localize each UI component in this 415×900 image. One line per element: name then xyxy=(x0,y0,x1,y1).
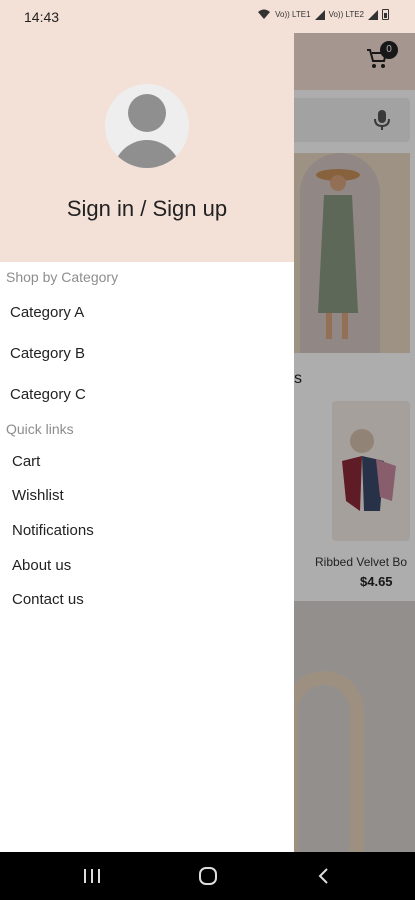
navigation-drawer: Sign in / Sign up Shop by Category Categ… xyxy=(0,33,294,852)
status-icons: Vo)) LTE1 Vo)) LTE2 xyxy=(257,9,389,20)
status-bar: 14:43 Vo)) LTE1 Vo)) LTE2 xyxy=(0,0,415,33)
shop-by-category-title: Shop by Category xyxy=(6,269,119,285)
signal-icon xyxy=(368,9,378,20)
sign-in-link[interactable]: Sign in / Sign up xyxy=(0,196,294,222)
quick-link-about-us[interactable]: About us xyxy=(12,557,71,574)
drawer-header: Sign in / Sign up xyxy=(0,33,294,262)
signal-icon xyxy=(314,9,325,20)
quick-link-notifications[interactable]: Notifications xyxy=(12,522,94,539)
system-nav-bar xyxy=(0,852,415,900)
wifi-icon xyxy=(258,9,271,19)
recents-icon[interactable] xyxy=(80,866,104,886)
battery-icon xyxy=(382,9,389,20)
avatar-body xyxy=(113,140,181,168)
signal-label-2: Vo)) LTE2 xyxy=(328,10,364,19)
quick-link-wishlist[interactable]: Wishlist xyxy=(12,487,64,504)
back-icon[interactable] xyxy=(312,866,336,886)
home-icon[interactable] xyxy=(196,866,220,886)
category-item-c[interactable]: Category C xyxy=(10,386,86,403)
status-time: 14:43 xyxy=(24,9,60,25)
quick-link-cart[interactable]: Cart xyxy=(12,453,40,470)
avatar-head xyxy=(128,94,166,132)
quick-links-title: Quick links xyxy=(6,421,74,437)
signal-label-1: Vo)) LTE1 xyxy=(275,10,311,19)
category-item-a[interactable]: Category A xyxy=(10,304,84,321)
avatar-icon[interactable] xyxy=(105,84,189,168)
category-item-b[interactable]: Category B xyxy=(10,345,85,362)
quick-link-contact-us[interactable]: Contact us xyxy=(12,591,84,608)
